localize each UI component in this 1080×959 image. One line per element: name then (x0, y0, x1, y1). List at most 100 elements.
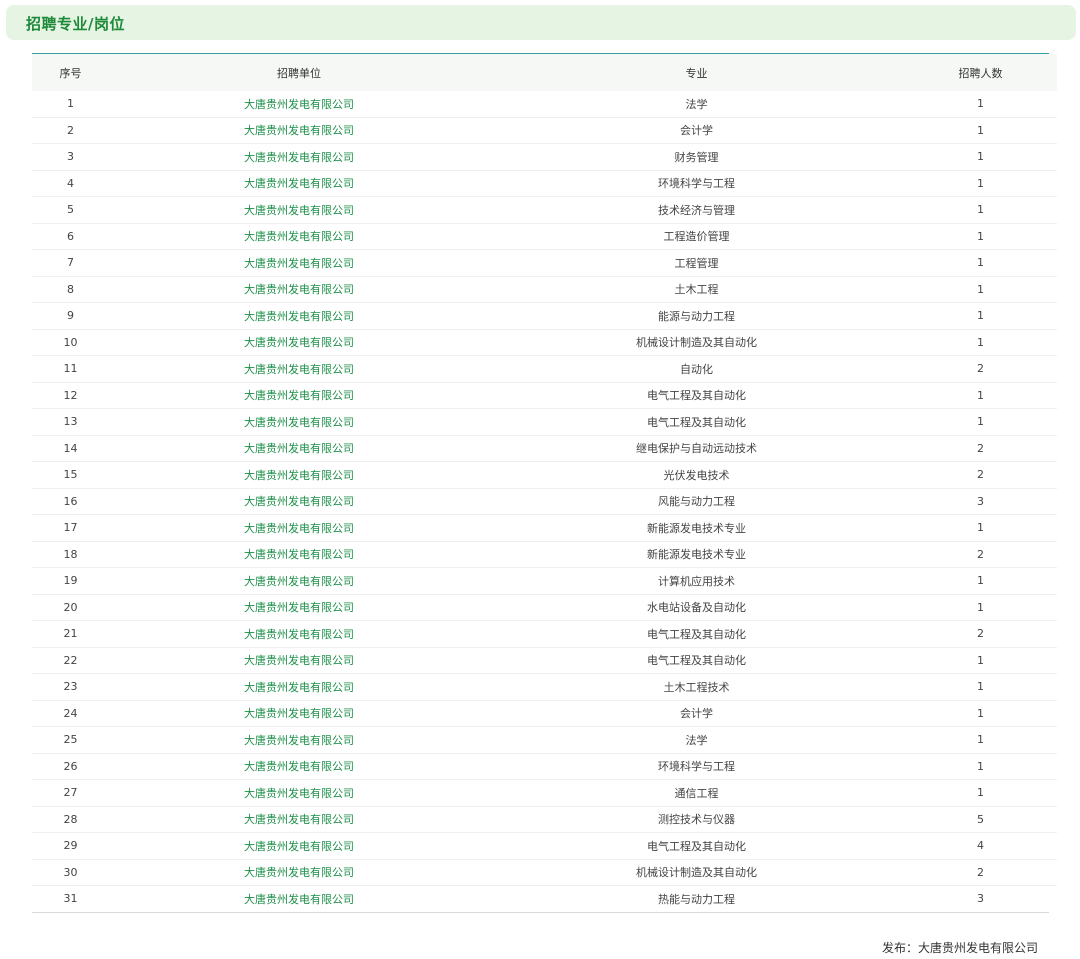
cell-major: 热能与动力工程 (658, 892, 735, 906)
unit-link[interactable]: 大唐贵州发电有限公司 (244, 336, 354, 349)
cell-count: 1 (904, 567, 1057, 595)
table-row: 16 大唐贵州发电有限公司 风能与动力工程 3 (32, 488, 1057, 515)
table-row: 26 大唐贵州发电有限公司 环境科学与工程 1 (32, 753, 1057, 780)
cell-count: 1 (904, 647, 1057, 674)
unit-link[interactable]: 大唐贵州发电有限公司 (244, 151, 354, 164)
table-row: 13 大唐贵州发电有限公司 电气工程及其自动化 1 (32, 408, 1057, 436)
cell-seq: 3 (32, 143, 109, 171)
table-row: 31 大唐贵州发电有限公司 热能与动力工程 3 (32, 886, 1057, 912)
cell-unit: 大唐贵州发电有限公司 (109, 223, 489, 250)
unit-link[interactable]: 大唐贵州发电有限公司 (244, 98, 354, 111)
unit-link[interactable]: 大唐贵州发电有限公司 (244, 204, 354, 217)
publisher-line: 发布：大唐贵州发电有限公司 (881, 941, 1038, 955)
unit-link[interactable]: 大唐贵州发电有限公司 (244, 177, 354, 190)
table-row: 14 大唐贵州发电有限公司 继电保护与自动远动技术 2 (32, 435, 1057, 462)
cell-seq: 6 (32, 223, 109, 250)
cell-unit: 大唐贵州发电有限公司 (109, 488, 489, 515)
unit-link[interactable]: 大唐贵州发电有限公司 (244, 840, 354, 853)
cell-seq: 31 (63, 892, 78, 906)
cell-unit: 大唐贵州发电有限公司 (109, 461, 489, 489)
cell-seq: 11 (32, 355, 109, 383)
cell-count: 1 (904, 514, 1057, 542)
cell-unit: 大唐贵州发电有限公司 (109, 382, 489, 409)
cell-count: 1 (904, 196, 1057, 224)
cell-unit: 大唐贵州发电有限公司 (109, 329, 489, 356)
cell-seq: 27 (32, 779, 109, 807)
cell-seq: 15 (32, 461, 109, 489)
cell-unit: 大唐贵州发电有限公司 (109, 859, 489, 886)
unit-link[interactable]: 大唐贵州发电有限公司 (244, 681, 354, 694)
cell-count: 1 (904, 726, 1057, 754)
unit-link[interactable]: 大唐贵州发电有限公司 (244, 257, 354, 270)
unit-link[interactable]: 大唐贵州发电有限公司 (244, 124, 354, 137)
unit-link[interactable]: 大唐贵州发电有限公司 (244, 230, 354, 243)
unit-link[interactable]: 大唐贵州发电有限公司 (244, 363, 354, 376)
cell-seq: 26 (32, 753, 109, 780)
unit-link[interactable]: 大唐贵州发电有限公司 (244, 866, 354, 879)
cell-unit: 大唐贵州发电有限公司 (109, 355, 489, 383)
cell-major: 继电保护与自动远动技术 (489, 435, 904, 462)
unit-link[interactable]: 大唐贵州发电有限公司 (244, 654, 354, 667)
unit-link[interactable]: 大唐贵州发电有限公司 (244, 707, 354, 720)
cell-seq: 20 (32, 594, 109, 621)
section-header: 招聘专业/岗位 (6, 5, 1076, 40)
cell-count: 1 (904, 249, 1057, 277)
unit-link[interactable]: 大唐贵州发电有限公司 (244, 601, 354, 614)
cell-count: 2 (904, 859, 1057, 886)
section-title: 招聘专业/岗位 (26, 15, 125, 33)
cell-unit: 大唐贵州发电有限公司 (109, 753, 489, 780)
table-row: 19 大唐贵州发电有限公司 计算机应用技术 1 (32, 567, 1057, 595)
table-row: 2 大唐贵州发电有限公司 会计学 1 (32, 117, 1057, 144)
cell-count: 1 (904, 673, 1057, 701)
cell-seq: 5 (32, 196, 109, 224)
unit-link[interactable]: 大唐贵州发电有限公司 (244, 548, 354, 561)
cell-seq: 12 (32, 382, 109, 409)
unit-link[interactable]: 大唐贵州发电有限公司 (244, 522, 354, 535)
cell-count: 1 (904, 753, 1057, 780)
unit-link[interactable]: 大唐贵州发电有限公司 (244, 760, 354, 773)
cell-seq: 2 (32, 117, 109, 144)
unit-link[interactable]: 大唐贵州发电有限公司 (244, 469, 354, 482)
cell-unit: 大唐贵州发电有限公司 (109, 886, 489, 912)
cell-unit: 大唐贵州发电有限公司 (109, 435, 489, 462)
unit-link[interactable]: 大唐贵州发电有限公司 (244, 813, 354, 826)
cell-unit: 大唐贵州发电有限公司 (109, 647, 489, 674)
unit-link[interactable]: 大唐贵州发电有限公司 (244, 575, 354, 588)
cell-major: 光伏发电技术 (489, 461, 904, 489)
unit-link[interactable]: 大唐贵州发电有限公司 (244, 495, 354, 508)
cell-seq: 30 (32, 859, 109, 886)
table-row: 28 大唐贵州发电有限公司 测控技术与仪器 5 (32, 806, 1057, 833)
unit-link[interactable]: 大唐贵州发电有限公司 (244, 787, 354, 800)
cell-unit: 大唐贵州发电有限公司 (109, 541, 489, 568)
unit-link[interactable]: 大唐贵州发电有限公司 (244, 442, 354, 455)
cell-major: 会计学 (489, 117, 904, 144)
cell-seq: 25 (32, 726, 109, 754)
cell-count: 3 (904, 488, 1057, 515)
cell-major: 工程造价管理 (489, 223, 904, 250)
cell-count: 1 (904, 329, 1057, 356)
cell-major: 能源与动力工程 (489, 302, 904, 330)
cell-count: 1 (904, 91, 1057, 118)
unit-link[interactable]: 大唐贵州发电有限公司 (244, 389, 354, 402)
unit-link[interactable]: 大唐贵州发电有限公司 (244, 416, 354, 429)
table-row: 30 大唐贵州发电有限公司 机械设计制造及其自动化 2 (32, 859, 1057, 886)
cell-unit: 大唐贵州发电有限公司 (109, 806, 489, 833)
unit-link[interactable]: 大唐贵州发电有限公司 (244, 734, 354, 747)
cell-major: 水电站设备及自动化 (489, 594, 904, 621)
table-row: 24 大唐贵州发电有限公司 会计学 1 (32, 700, 1057, 727)
cell-count: 1 (904, 276, 1057, 303)
cell-seq: 4 (32, 170, 109, 197)
cell-major: 计算机应用技术 (489, 567, 904, 595)
cell-unit: 大唐贵州发电有限公司 (109, 170, 489, 197)
unit-link[interactable]: 大唐贵州发电有限公司 (244, 893, 354, 906)
cell-major: 电气工程及其自动化 (489, 620, 904, 648)
cell-major: 环境科学与工程 (489, 753, 904, 780)
table-row: 23 大唐贵州发电有限公司 土木工程技术 1 (32, 673, 1057, 701)
cell-count: 1 (904, 302, 1057, 330)
cell-unit: 大唐贵州发电有限公司 (109, 196, 489, 224)
cell-seq: 10 (32, 329, 109, 356)
unit-link[interactable]: 大唐贵州发电有限公司 (244, 310, 354, 323)
table-row: 18 大唐贵州发电有限公司 新能源发电技术专业 2 (32, 541, 1057, 568)
unit-link[interactable]: 大唐贵州发电有限公司 (244, 628, 354, 641)
unit-link[interactable]: 大唐贵州发电有限公司 (244, 283, 354, 296)
